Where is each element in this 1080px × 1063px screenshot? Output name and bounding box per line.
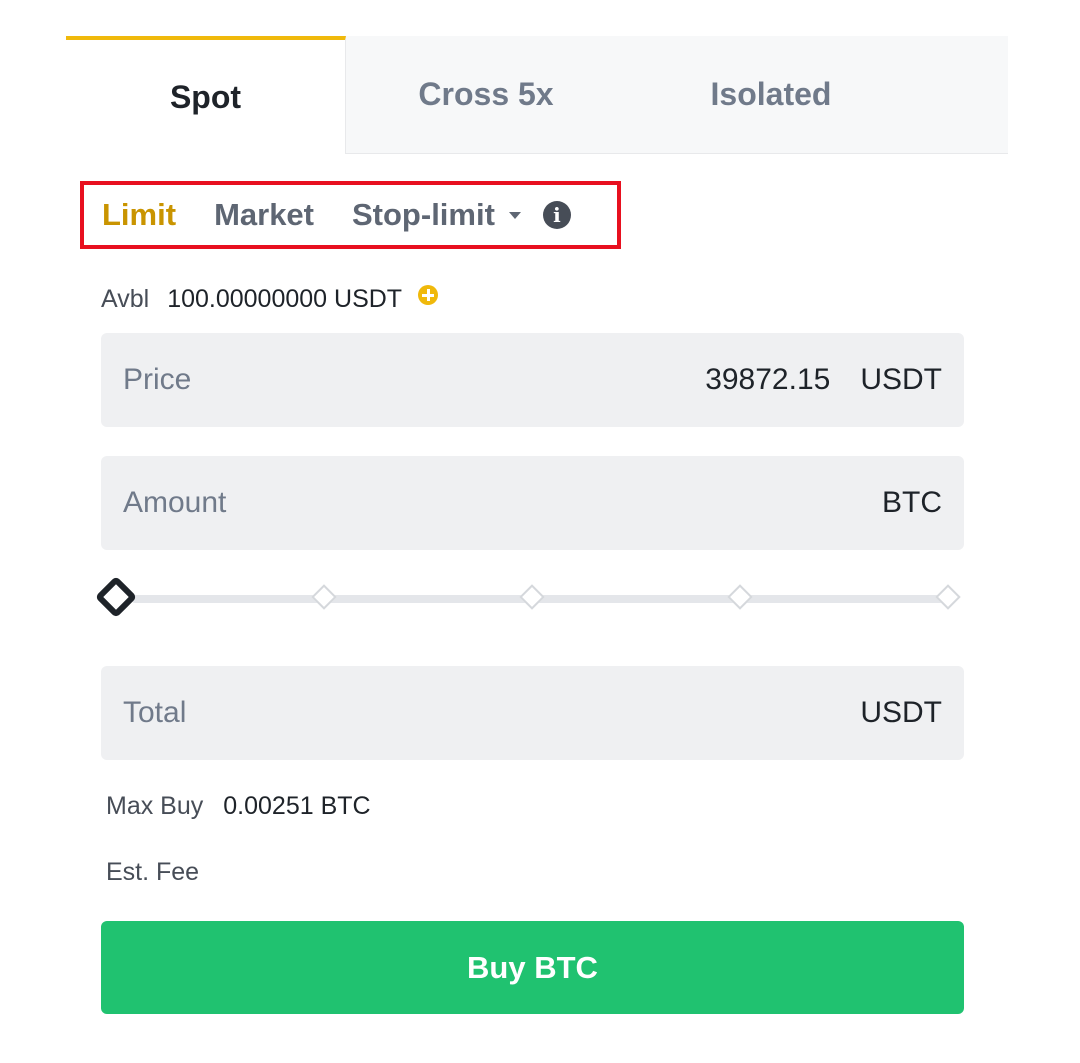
amount-field[interactable]: Amount BTC — [101, 456, 964, 550]
price-value: 39872.15 — [705, 363, 831, 396]
buy-btc-button[interactable]: Buy BTC — [101, 921, 964, 1014]
total-unit: USDT — [860, 696, 942, 729]
trade-mode-tabs: Spot Cross 5x Isolated — [66, 36, 1008, 154]
order-type-market[interactable]: Market — [214, 197, 314, 233]
price-unit: USDT — [860, 363, 942, 396]
est-fee-row: Est. Fee — [106, 858, 219, 887]
order-type-limit[interactable]: Limit — [102, 197, 176, 233]
tab-bar-filler — [916, 36, 1008, 154]
amount-unit: BTC — [882, 486, 942, 519]
amount-label: Amount — [123, 486, 227, 519]
info-icon[interactable]: i — [542, 201, 571, 229]
available-value: 100.00000000 USDT — [167, 284, 403, 313]
available-balance: Avbl 100.00000000 USDT — [101, 282, 439, 316]
order-type-selector: Limit Market Stop-limit i — [80, 181, 621, 249]
slider-thumb[interactable] — [94, 575, 138, 619]
available-label: Avbl — [101, 284, 150, 313]
total-label: Total — [123, 696, 187, 729]
order-type-stop-limit[interactable]: Stop-limit — [352, 197, 495, 233]
amount-percent-slider[interactable] — [94, 575, 964, 621]
max-buy-label: Max Buy — [106, 792, 204, 820]
price-field[interactable]: Price 39872.15 USDT — [101, 333, 964, 427]
slider-step-25[interactable] — [311, 584, 337, 610]
slider-step-100[interactable] — [935, 584, 961, 610]
max-buy-row: Max Buy 0.00251 BTC — [106, 792, 371, 821]
tab-isolated[interactable]: Isolated — [626, 36, 916, 154]
price-label: Price — [123, 363, 192, 396]
tab-cross-5x[interactable]: Cross 5x — [346, 36, 626, 154]
slider-step-50[interactable] — [519, 584, 545, 610]
caret-down-icon[interactable] — [508, 211, 521, 219]
max-buy-value: 0.00251 BTC — [223, 792, 371, 820]
slider-step-75[interactable] — [727, 584, 753, 610]
tab-spot[interactable]: Spot — [66, 36, 346, 154]
plus-circle-icon[interactable] — [418, 285, 439, 305]
est-fee-label: Est. Fee — [106, 858, 200, 886]
total-field[interactable]: Total USDT — [101, 666, 964, 760]
